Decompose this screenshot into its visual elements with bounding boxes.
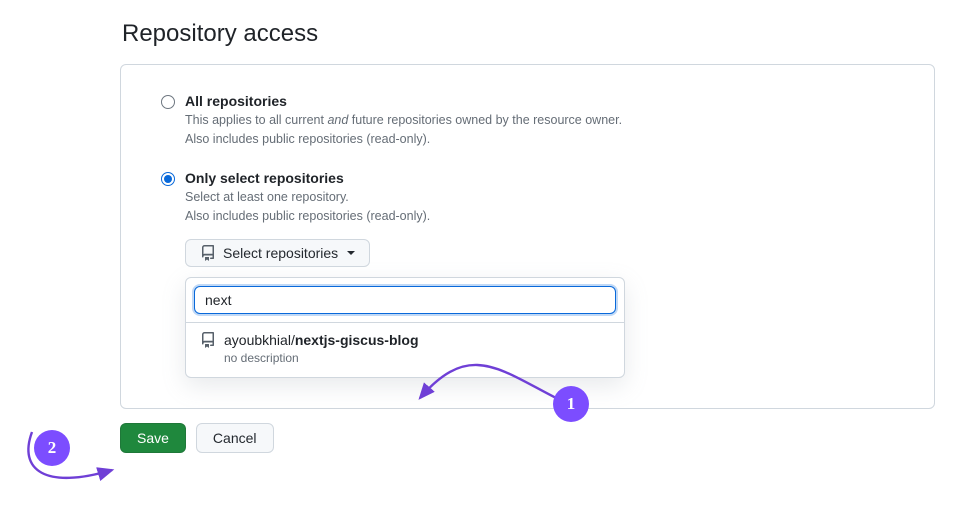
repo-access-panel: All repositories This applies to all cur… [120,64,935,409]
option-all-label[interactable]: All repositories [185,93,894,109]
option-select-repositories: Only select repositories Select at least… [161,170,894,378]
annotation-badge-2: 2 [34,430,70,466]
repo-icon [200,332,216,348]
annotation-badge-1: 1 [553,386,589,422]
select-repositories-label: Select repositories [223,245,338,261]
radio-select-repositories[interactable] [161,172,175,186]
repo-dropdown: ayoubkhial/nextjs-giscus-blog no descrip… [185,277,625,378]
option-all-desc: This applies to all current and future r… [185,111,894,150]
option-all-repositories: All repositories This applies to all cur… [161,93,894,150]
chevron-down-icon [347,251,355,255]
repo-owner: ayoubkhial/ [224,332,295,348]
cancel-button[interactable]: Cancel [196,423,274,453]
option-select-desc: Select at least one repository. Also inc… [185,188,894,227]
repo-search-input[interactable] [194,286,616,314]
repo-result-item[interactable]: ayoubkhial/nextjs-giscus-blog no descrip… [186,322,624,377]
repo-desc: no description [224,350,419,366]
save-button[interactable]: Save [120,423,186,453]
option-select-label[interactable]: Only select repositories [185,170,894,186]
radio-all-repositories[interactable] [161,95,175,109]
select-repositories-button[interactable]: Select repositories [185,239,370,267]
form-actions: Save Cancel [120,423,935,453]
repo-icon [200,245,216,261]
repo-name: nextjs-giscus-blog [295,332,419,348]
page-title: Repository access [122,20,935,48]
